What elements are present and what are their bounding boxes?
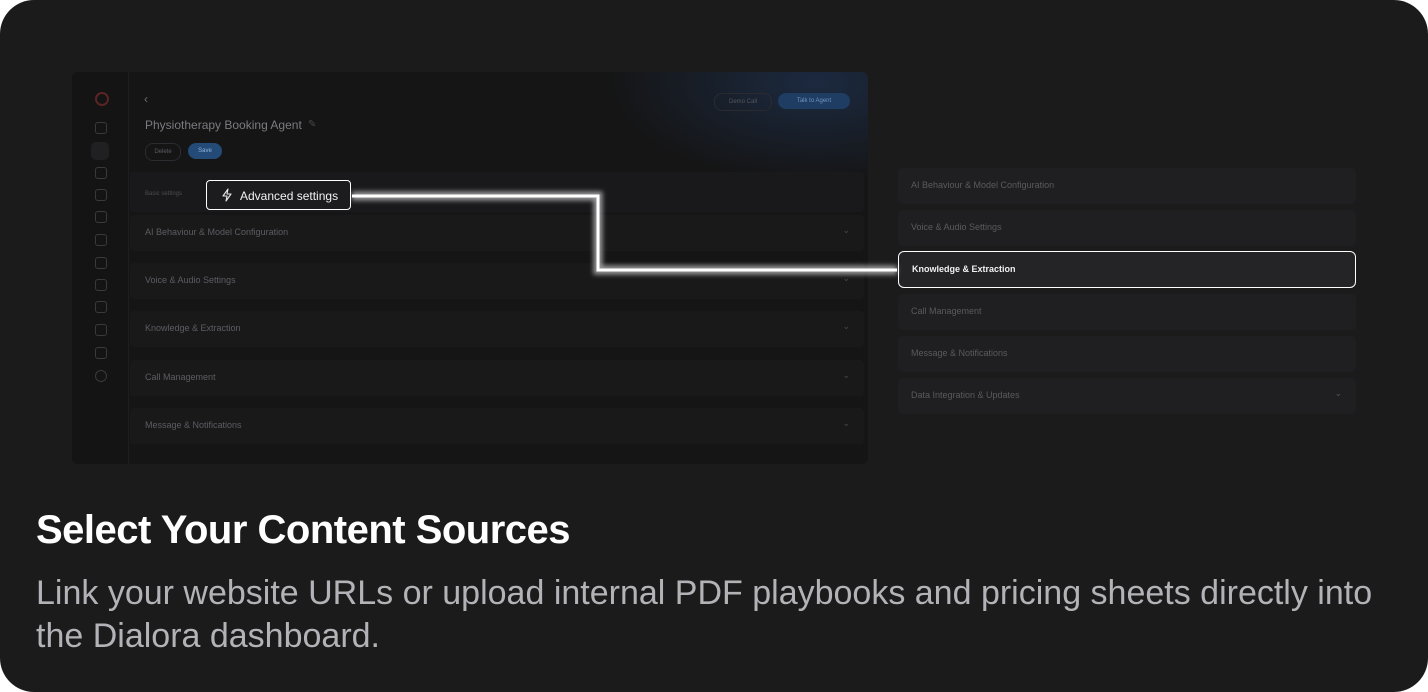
headline: Select Your Content Sources — [36, 508, 571, 552]
lightning-bolt-icon — [222, 188, 232, 202]
feature-card: ‹ Physiotherapy Booking Agent ✎ Delete S… — [0, 0, 1428, 692]
advanced-settings-callout[interactable]: Advanced settings — [206, 180, 351, 210]
callout-label: Advanced settings — [240, 189, 339, 203]
description: Link your website URLs or upload interna… — [36, 574, 1373, 655]
